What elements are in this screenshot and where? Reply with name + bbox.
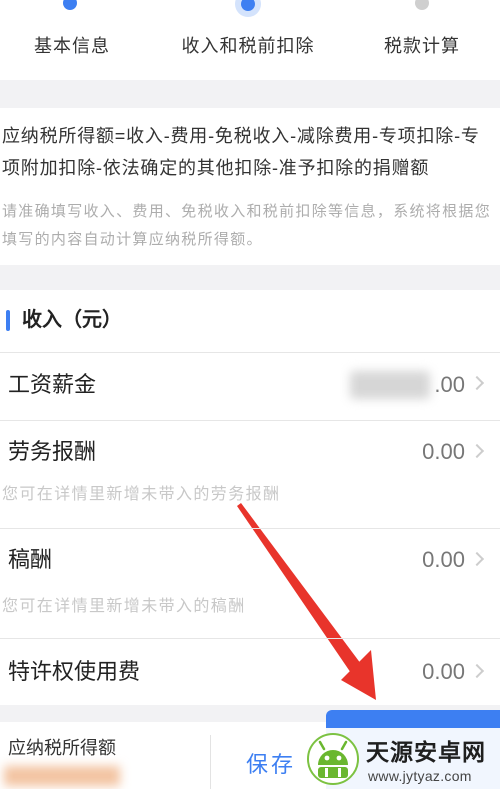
taxable-income-formula: 应纳税所得额=收入-费用-免税收入-减除费用-专项扣除-专项附加扣除-依法确定的… — [2, 126, 480, 178]
section-title: 收入（元） — [22, 309, 122, 331]
income-row-franchise-fees[interactable]: 特许权使用费 0.00 — [0, 639, 500, 705]
divider — [0, 352, 500, 353]
chevron-right-icon — [469, 551, 485, 567]
bottom-divider — [210, 735, 211, 789]
taxable-income-label: 应纳税所得额 — [8, 738, 116, 758]
watermark: 天源安卓网 www.jytyaz.com — [302, 728, 500, 789]
row-value: 0.00 — [422, 547, 465, 572]
step-label-basic-info: 基本信息 — [34, 36, 110, 56]
income-row-wages[interactable]: 工资薪金 .00 — [0, 353, 500, 420]
watermark-name: 天源安卓网 — [366, 739, 486, 765]
formula-hint: 请准确填写收入、费用、免税收入和税前扣除等信息，系统将根据您填写的内容自动计算应… — [2, 203, 492, 248]
income-section-header: 收入（元） — [0, 290, 500, 352]
row-label: 特许权使用费 — [8, 659, 141, 684]
income-row-labor-remuneration[interactable]: 劳务报酬 0.00 您可在详情里新增未带入的劳务报酬 — [0, 421, 500, 528]
taxable-income-value-redacted — [4, 766, 120, 786]
row-value: .00 — [434, 372, 465, 397]
step-label-tax-calculation: 税款计算 — [384, 36, 460, 56]
row-hint: 您可在详情里新增未带入的稿酬 — [2, 598, 246, 615]
redacted-value-mask — [350, 371, 430, 399]
row-value: 0.00 — [422, 659, 465, 684]
divider — [0, 420, 500, 421]
row-label: 劳务报酬 — [8, 439, 97, 464]
income-row-royalties[interactable]: 稿酬 0.00 您可在详情里新增未带入的稿酬 — [0, 529, 500, 638]
separator-band — [0, 265, 500, 290]
divider — [0, 528, 500, 529]
separator-band — [0, 80, 500, 108]
row-label: 稿酬 — [8, 547, 53, 572]
divider — [0, 638, 500, 639]
step-label-income-deductions: 收入和税前扣除 — [181, 36, 315, 56]
step-dot-icon — [415, 0, 429, 10]
save-button[interactable]: 保存 — [236, 750, 306, 780]
android-logo-icon — [307, 733, 359, 785]
row-value: 0.00 — [422, 439, 465, 464]
section-accent-bar — [6, 310, 10, 331]
chevron-right-icon — [469, 443, 485, 459]
formula-card: 应纳税所得额=收入-费用-免税收入-减除费用-专项扣除-专项附加扣除-依法确定的… — [0, 108, 500, 265]
chevron-right-icon — [469, 375, 485, 391]
step-dot-icon — [241, 0, 255, 11]
chevron-right-icon — [469, 663, 485, 679]
row-label: 工资薪金 — [8, 372, 97, 397]
watermark-url: www.jytyaz.com — [368, 768, 472, 784]
step-indicator: 基本信息 收入和税前扣除 税款计算 — [0, 0, 500, 80]
step-dot-icon — [63, 0, 77, 10]
row-hint: 您可在详情里新增未带入的劳务报酬 — [2, 486, 281, 503]
